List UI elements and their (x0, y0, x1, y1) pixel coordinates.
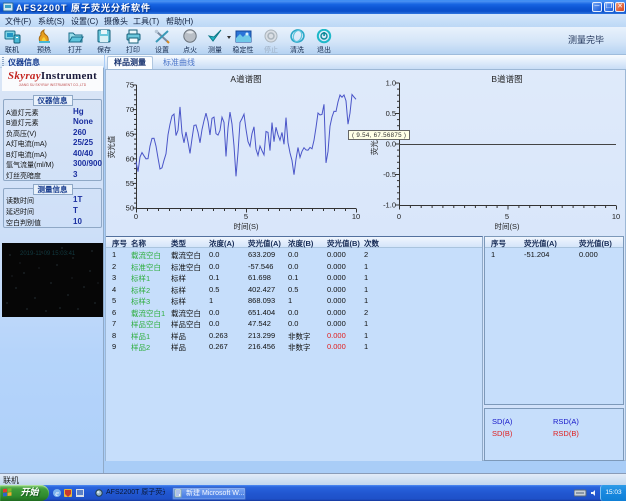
svg-text:55: 55 (126, 179, 134, 188)
svg-text:75: 75 (126, 81, 134, 90)
svg-text:0: 0 (397, 212, 401, 221)
svg-text:70: 70 (126, 105, 134, 114)
svg-text:5: 5 (505, 212, 509, 221)
svg-text:10: 10 (352, 212, 360, 221)
svg-text:A道谱图: A道谱图 (230, 74, 261, 84)
svg-text:10: 10 (612, 212, 620, 221)
svg-text:5: 5 (244, 212, 248, 221)
svg-text:1.0: 1.0 (386, 79, 396, 88)
svg-text:60: 60 (126, 154, 134, 163)
svg-text:B道谱图: B道谱图 (491, 74, 522, 84)
svg-text:时间(S): 时间(S) (495, 221, 520, 231)
svg-text:-0.5: -0.5 (383, 170, 396, 179)
svg-text:e: e (55, 489, 59, 498)
svg-text:-1.0: -1.0 (383, 201, 396, 210)
svg-text:65: 65 (126, 130, 134, 139)
svg-text:荧光值: 荧光值 (106, 135, 116, 158)
svg-text:50: 50 (126, 204, 134, 213)
svg-text:0: 0 (134, 212, 138, 221)
svg-text:0.5: 0.5 (386, 109, 396, 118)
svg-text:0.0: 0.0 (386, 140, 396, 149)
svg-text:2019-11-09 15:03:41: 2019-11-09 15:03:41 (20, 251, 76, 257)
svg-text:时间(S): 时间(S) (234, 221, 259, 231)
